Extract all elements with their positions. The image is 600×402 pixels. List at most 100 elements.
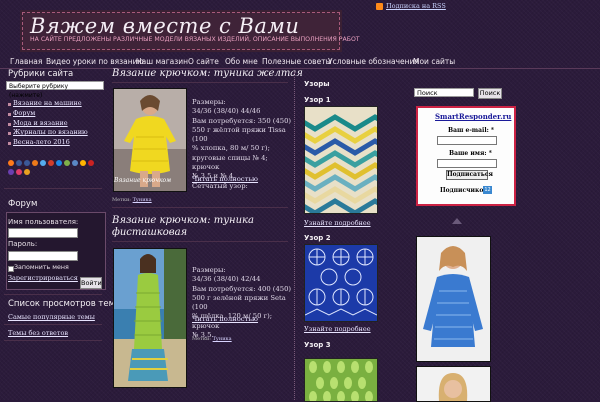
livejournal-share-icon[interactable] bbox=[64, 160, 70, 166]
sidebar-link-spring[interactable]: Весна-лето 2016 bbox=[13, 138, 70, 146]
nav-item-video[interactable]: Видео уроки по вязанию bbox=[46, 57, 144, 66]
sidebar-divider bbox=[4, 324, 102, 325]
sidebar-divider bbox=[4, 340, 102, 341]
post-text-line: Размеры: bbox=[192, 266, 226, 274]
facebook-share-icon[interactable] bbox=[24, 160, 30, 166]
login-button[interactable]: Войти bbox=[80, 277, 102, 289]
subscribe-title-link[interactable]: SmartResponder.ru bbox=[435, 112, 511, 121]
rubrics-heading: Рубрики сайта bbox=[8, 69, 74, 79]
post-separator bbox=[112, 207, 288, 208]
post-title[interactable]: Вязание крючком: туника bbox=[112, 215, 254, 226]
site-tagline: НА САЙТЕ ПРЕДЛОЖЕНЫ РАЗЛИЧНЫЕ МОДЕЛИ ВЯЗ… bbox=[30, 36, 360, 43]
post-text-line: Вам потребуется: 400 (450) bbox=[192, 284, 292, 293]
bullet-icon bbox=[8, 123, 11, 126]
search-button[interactable]: Поиск bbox=[478, 88, 502, 99]
post-text-line: % хлопка, 80 м/ 50 г); bbox=[192, 144, 270, 153]
email-label: Ваш e-mail: * bbox=[448, 127, 495, 134]
post-text-line: 500 г зелёной пряжи Seta (100 bbox=[192, 293, 286, 312]
post-text-line: Сетчатый узор: bbox=[192, 181, 248, 190]
vk-share-icon[interactable] bbox=[16, 160, 22, 166]
nav-item-tips[interactable]: Полезные советы bbox=[262, 57, 332, 66]
pattern-2-link[interactable]: Узнайте подробнее bbox=[304, 325, 371, 333]
bullet-icon bbox=[8, 103, 11, 106]
search-input[interactable]: Поиск bbox=[414, 88, 474, 97]
email-field[interactable] bbox=[437, 136, 497, 145]
sidebar-link-magazines[interactable]: Журналы по вязанию bbox=[13, 128, 88, 136]
read-more-link[interactable]: Читать полностью bbox=[192, 175, 258, 183]
meta-tag-link[interactable]: Туника bbox=[133, 197, 152, 203]
yellow-tunic-caption: Вязание крючком bbox=[114, 177, 172, 184]
pattern-title: Узор 2 bbox=[304, 234, 331, 242]
post-meta: Метки: Туника bbox=[112, 197, 152, 203]
nav-item-shop[interactable]: Наш магазин bbox=[136, 57, 188, 66]
post-text-line: 34/36 (38/40) 42/44 bbox=[192, 275, 261, 284]
post-meta: Метки: Туника bbox=[192, 336, 232, 342]
pattern-1-image[interactable] bbox=[304, 106, 378, 214]
rss-share-icon[interactable] bbox=[8, 160, 14, 166]
rss-icon[interactable] bbox=[376, 3, 383, 10]
google-share-icon[interactable] bbox=[48, 160, 54, 166]
moimir-share-icon[interactable] bbox=[8, 169, 14, 175]
popular-topics-link[interactable]: Самые популярные темы bbox=[8, 313, 95, 321]
portrait-photo[interactable] bbox=[416, 366, 491, 402]
mailru-share-icon[interactable] bbox=[56, 160, 62, 166]
post-text-line: Вам потребуется: 350 (450) bbox=[192, 116, 292, 125]
name-label: Ваше имя: * bbox=[449, 150, 492, 157]
password-input[interactable] bbox=[8, 251, 78, 261]
forum-heading: Форум bbox=[8, 199, 38, 209]
nav-item-home[interactable]: Главная bbox=[10, 57, 42, 66]
register-link[interactable]: Зарегистрироваться bbox=[8, 274, 78, 282]
post-title-underline bbox=[112, 241, 288, 242]
scroll-up-icon[interactable] bbox=[452, 218, 462, 224]
sidebar-link-forum[interactable]: Форум bbox=[13, 109, 35, 117]
post-title-underline bbox=[112, 82, 288, 83]
bullet-icon bbox=[8, 132, 11, 135]
meta-label: Метки: bbox=[192, 336, 211, 342]
nav-item-about-me[interactable]: Обо мне bbox=[225, 57, 258, 66]
pattern-title: Узор 3 bbox=[304, 341, 331, 349]
column-divider bbox=[294, 72, 296, 400]
post-text-line: круговые спицы № 4; крючок bbox=[192, 153, 268, 172]
meta-label: Метки: bbox=[112, 197, 131, 203]
main-nav: Главная Видео уроки по вязанию Наш магаз… bbox=[0, 55, 600, 68]
post-title[interactable]: Вязание крючком: туника желтая bbox=[112, 68, 303, 79]
sidebar-divider bbox=[4, 294, 102, 295]
name-field[interactable] bbox=[437, 159, 497, 168]
no-answers-link[interactable]: Темы без ответов bbox=[8, 329, 68, 337]
subscribers-count-badge: 12 bbox=[483, 186, 492, 194]
sidebar-link-fashion[interactable]: Мода и вязание bbox=[13, 119, 68, 127]
sidebar-link-machine[interactable]: Вязание на машине bbox=[13, 99, 82, 107]
more-share-icon[interactable] bbox=[24, 169, 30, 175]
pattern-1-link[interactable]: Узнайте подробнее bbox=[304, 219, 371, 227]
patterns-heading: Узоры bbox=[304, 80, 330, 88]
rss-link[interactable]: Подписка на RSS bbox=[386, 2, 446, 10]
password-label: Пароль: bbox=[8, 240, 38, 248]
pattern-3-image[interactable] bbox=[304, 358, 378, 402]
green-tunic-photo[interactable] bbox=[113, 248, 187, 388]
nav-item-symbols[interactable]: Условные обозначения bbox=[328, 57, 419, 66]
yandex-share-icon[interactable] bbox=[80, 160, 86, 166]
bullet-icon bbox=[8, 142, 11, 145]
nav-item-about-site[interactable]: О сайте bbox=[188, 57, 219, 66]
pattern-title: Узор 1 bbox=[304, 96, 331, 104]
bookmark-share-icon[interactable] bbox=[16, 169, 22, 175]
post-text-line: 34/36 (38/40) 44/46 bbox=[192, 107, 261, 116]
blue-sweater-photo[interactable] bbox=[416, 236, 491, 362]
nav-item-my-sites[interactable]: Мои сайты bbox=[413, 57, 455, 66]
username-input[interactable] bbox=[8, 228, 78, 238]
odnoklassniki-share-icon[interactable] bbox=[32, 160, 38, 166]
post-body: Размеры: 34/36 (38/40) 42/44 Вам потребу… bbox=[192, 266, 292, 340]
subscribe-button[interactable]: Подписаться bbox=[446, 170, 493, 180]
pinterest-share-icon[interactable] bbox=[88, 160, 94, 166]
post-text-line: 550 г жёлтой пряжи Tissa (100 bbox=[192, 125, 286, 144]
pattern-2-image[interactable] bbox=[304, 244, 378, 322]
bullet-icon bbox=[8, 113, 11, 116]
liveinternet-share-icon[interactable] bbox=[72, 160, 78, 166]
sidebar-divider bbox=[4, 188, 102, 189]
meta-tag-link[interactable]: Туника bbox=[213, 336, 232, 342]
site-title[interactable]: Вяжем вместе с Вами bbox=[30, 14, 299, 38]
rubrics-select[interactable]: Выберите рубрику (нажмите) bbox=[6, 81, 104, 99]
post-title[interactable]: фисташковая bbox=[112, 227, 187, 238]
twitter-share-icon[interactable] bbox=[40, 160, 46, 166]
read-more-link[interactable]: Читать полностью bbox=[192, 315, 258, 323]
